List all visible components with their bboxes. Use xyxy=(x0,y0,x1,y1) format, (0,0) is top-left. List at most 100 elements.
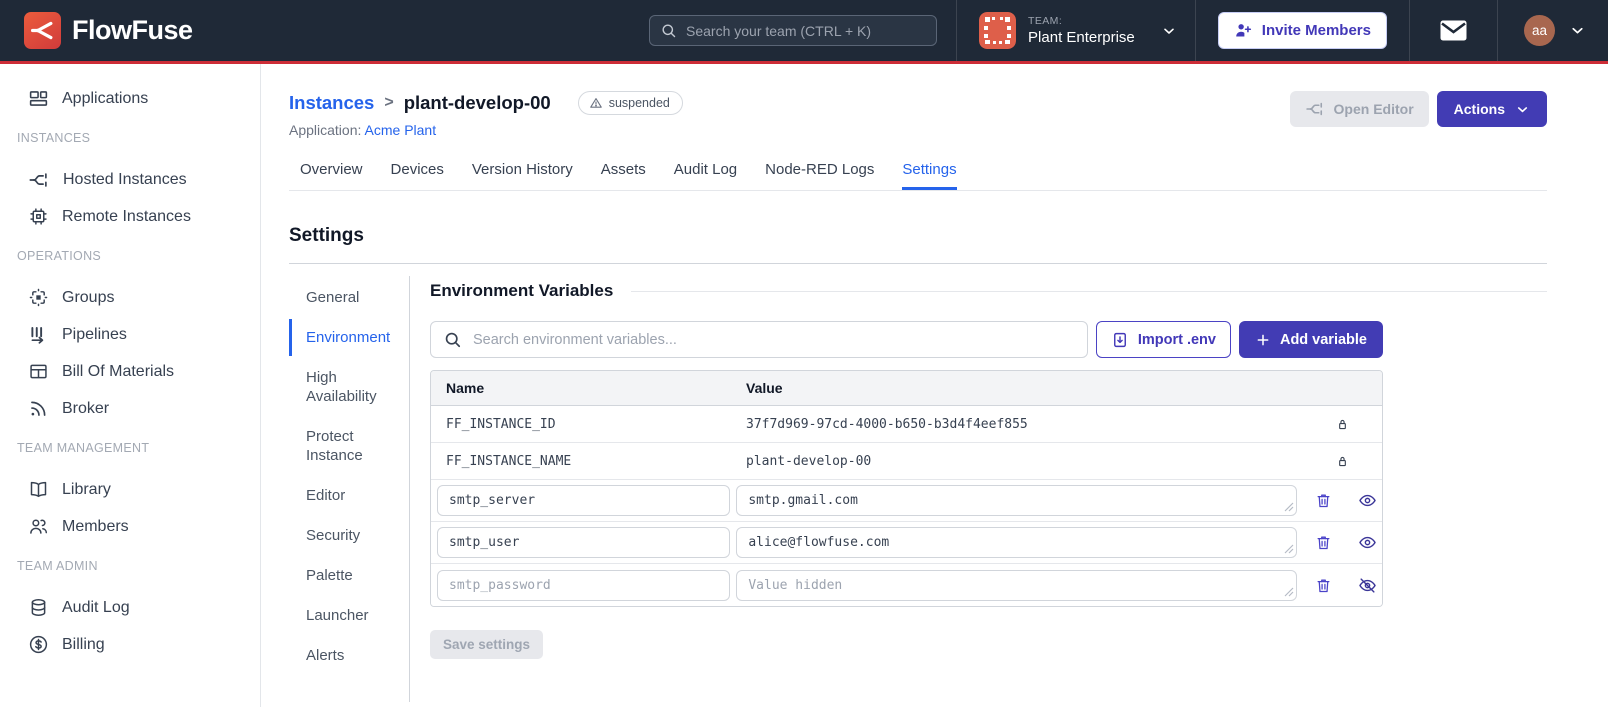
user-avatar: aa xyxy=(1524,15,1555,46)
settings-nav-high-availability[interactable]: High Availability xyxy=(289,359,409,415)
sidebar-item-billing[interactable]: Billing xyxy=(0,626,260,663)
sidebar-item-audit-log[interactable]: Audit Log xyxy=(0,589,260,626)
tab-node-red-logs[interactable]: Node-RED Logs xyxy=(765,161,874,190)
env-var-value-input[interactable]: alice@flowfuse.com xyxy=(736,527,1297,558)
remote-instances-icon xyxy=(28,206,49,227)
tab-overview[interactable]: Overview xyxy=(300,161,363,190)
delete-variable-button[interactable] xyxy=(1315,577,1332,594)
page-header: Instances > plant-develop-00 suspended A… xyxy=(289,91,1547,138)
application-label: Application: xyxy=(289,122,362,138)
breadcrumb-instances-link[interactable]: Instances xyxy=(289,92,374,114)
status-badge: suspended xyxy=(577,91,683,115)
env-var-value-input[interactable]: smtp.gmail.com xyxy=(736,485,1297,516)
user-chevron-down-icon xyxy=(1569,22,1586,39)
sidebar-section-instances: INSTANCES xyxy=(17,131,91,145)
env-search-input[interactable] xyxy=(473,331,1075,348)
library-book-icon xyxy=(28,479,49,500)
lock-icon xyxy=(1335,417,1350,432)
settings-nav-environment[interactable]: Environment xyxy=(289,319,409,356)
application-link[interactable]: Acme Plant xyxy=(365,122,437,138)
settings-content: Environment Variables Search environment… xyxy=(410,276,1547,702)
settings-nav-alerts[interactable]: Alerts xyxy=(289,637,409,674)
pipelines-icon xyxy=(28,324,49,345)
tab-version-history[interactable]: Version History xyxy=(472,161,573,190)
sidebar-item-hosted-instances[interactable]: Hosted Instances xyxy=(0,161,260,198)
env-var-value-input[interactable] xyxy=(736,569,1297,601)
hidden-value-eye-off-icon[interactable] xyxy=(1358,576,1377,595)
env-search[interactable] xyxy=(430,321,1088,358)
breadcrumb: Instances > plant-develop-00 suspended xyxy=(289,91,683,115)
sidebar-item-broker[interactable]: Broker xyxy=(0,390,260,427)
team-search[interactable] xyxy=(649,15,937,46)
sidebar-item-applications[interactable]: Applications xyxy=(0,80,260,117)
notifications-mail-icon[interactable] xyxy=(1410,20,1497,41)
settings-nav-launcher[interactable]: Launcher xyxy=(289,597,409,634)
import-file-icon xyxy=(1111,331,1129,349)
sidebar-item-remote-instances[interactable]: Remote Instances xyxy=(0,198,260,235)
tab-settings[interactable]: Settings xyxy=(902,161,957,190)
breadcrumb-separator: > xyxy=(384,94,394,111)
top-navbar: FlowFuse TEAM: Plant Enterprise Invite M xyxy=(0,0,1608,64)
table-row: FF_INSTANCE_NAME plant-develop-00 xyxy=(431,443,1382,480)
delete-variable-button[interactable] xyxy=(1315,534,1332,551)
search-icon xyxy=(443,330,462,349)
tab-assets[interactable]: Assets xyxy=(601,161,646,190)
settings-nav-palette[interactable]: Palette xyxy=(289,557,409,594)
hosted-instances-icon xyxy=(28,169,50,191)
env-var-name-input[interactable] xyxy=(437,569,731,601)
actions-button[interactable]: Actions xyxy=(1436,91,1547,127)
sidebar-section-team-admin: TEAM ADMIN xyxy=(17,559,98,573)
sidebar: Applications INSTANCES Hosted Instances … xyxy=(0,64,261,707)
settings-nav-security[interactable]: Security xyxy=(289,517,409,554)
settings-nav-protect-instance[interactable]: Protect Instance xyxy=(289,418,409,474)
resize-grip-icon[interactable] xyxy=(1284,502,1294,512)
sidebar-item-bill-of-materials[interactable]: Bill Of Materials xyxy=(0,353,260,390)
sidebar-item-label: Members xyxy=(62,517,129,535)
header-actions: Open Editor Actions xyxy=(1289,91,1547,127)
user-menu[interactable]: aa xyxy=(1498,15,1608,46)
tab-devices[interactable]: Devices xyxy=(391,161,444,190)
sidebar-item-pipelines[interactable]: Pipelines xyxy=(0,316,260,353)
resize-grip-icon[interactable] xyxy=(1284,544,1294,554)
settings-nav-general[interactable]: General xyxy=(289,279,409,316)
sidebar-item-label: Hosted Instances xyxy=(63,170,187,188)
flowfuse-logo[interactable]: FlowFuse xyxy=(0,12,217,49)
table-row: FF_INSTANCE_ID 37f7d969-97cd-4000-b650-b… xyxy=(431,406,1382,443)
sidebar-item-label: Broker xyxy=(62,399,110,417)
env-var-name-input[interactable] xyxy=(437,527,731,558)
add-variable-button[interactable]: Add variable xyxy=(1238,321,1383,358)
env-var-name: FF_INSTANCE_ID xyxy=(446,416,556,432)
save-settings-button[interactable]: Save settings xyxy=(430,630,544,659)
open-editor-button[interactable]: Open Editor xyxy=(1289,91,1429,127)
editor-pipe-icon xyxy=(1305,99,1325,119)
env-var-value: 37f7d969-97cd-4000-b650-b3d4f4eef855 xyxy=(746,416,1028,432)
team-chevron-down-icon[interactable] xyxy=(1161,23,1177,39)
open-editor-label: Open Editor xyxy=(1333,101,1414,117)
applications-icon xyxy=(28,88,49,109)
sidebar-item-members[interactable]: Members xyxy=(0,508,260,545)
env-var-name-input[interactable] xyxy=(437,485,731,516)
status-badge-label: suspended xyxy=(608,96,670,110)
sidebar-item-library[interactable]: Library xyxy=(0,471,260,508)
table-row: alice@flowfuse.com xyxy=(431,522,1382,564)
divider xyxy=(289,263,1547,264)
bill-of-materials-icon xyxy=(28,361,49,382)
divider xyxy=(1194,0,1196,61)
import-env-button[interactable]: Import .env xyxy=(1095,321,1231,358)
team-selector[interactable]: TEAM: Plant Enterprise xyxy=(957,12,1151,49)
instance-tabs: Overview Devices Version History Assets … xyxy=(289,161,1547,191)
show-value-eye-icon[interactable] xyxy=(1358,533,1377,552)
sidebar-item-label: Pipelines xyxy=(62,325,127,343)
settings-nav-editor[interactable]: Editor xyxy=(289,477,409,514)
brand-name: FlowFuse xyxy=(72,15,193,45)
tab-audit-log[interactable]: Audit Log xyxy=(674,161,737,190)
delete-variable-button[interactable] xyxy=(1315,492,1332,509)
env-var-name: FF_INSTANCE_NAME xyxy=(446,453,572,469)
team-name: Plant Enterprise xyxy=(1028,29,1135,46)
search-input[interactable] xyxy=(686,22,926,39)
resize-grip-icon[interactable] xyxy=(1284,587,1294,597)
add-variable-label: Add variable xyxy=(1279,331,1367,348)
invite-members-button[interactable]: Invite Members xyxy=(1217,12,1387,49)
show-value-eye-icon[interactable] xyxy=(1358,491,1377,510)
sidebar-item-groups[interactable]: Groups xyxy=(0,279,260,316)
